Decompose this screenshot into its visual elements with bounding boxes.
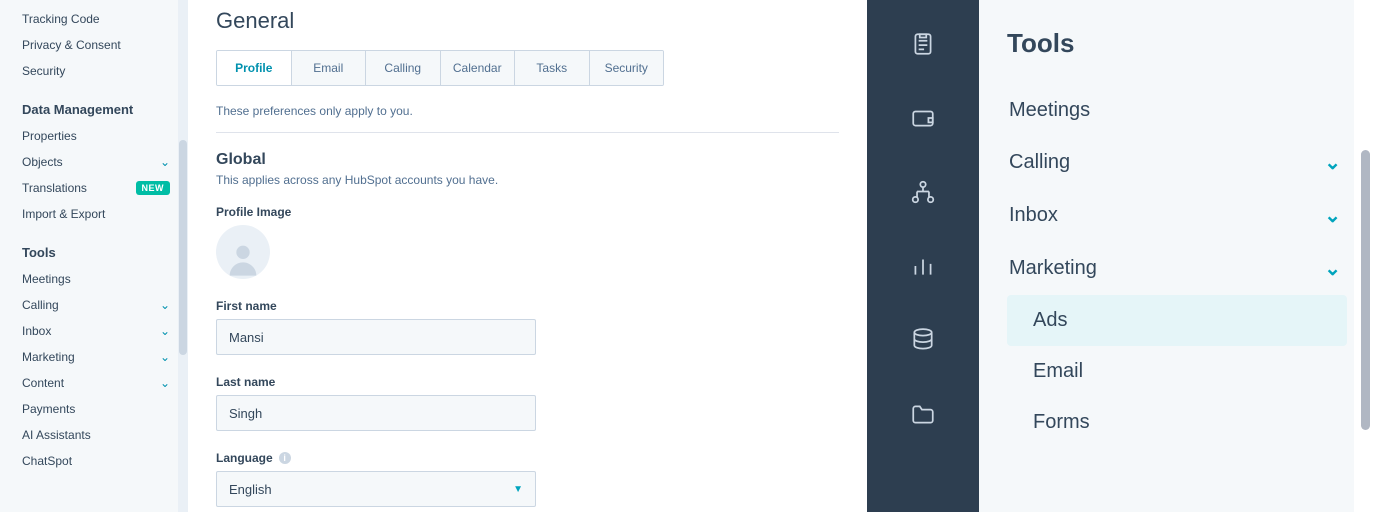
tools-nav-zoom: Tools Meetings Calling ⌄ Inbox ⌄ Marketi… <box>867 0 1374 512</box>
sidebar-item-privacy-consent[interactable]: Privacy & Consent <box>0 32 188 58</box>
settings-app: Tracking Code Privacy & Consent Security… <box>0 0 867 512</box>
tools-panel: Tools Meetings Calling ⌄ Inbox ⌄ Marketi… <box>979 0 1374 512</box>
sidebar-item-import-export[interactable]: Import & Export <box>0 201 188 227</box>
sidebar-item-label: Calling <box>22 298 59 312</box>
info-icon: i <box>279 452 291 464</box>
sidebar-item-marketing[interactable]: Marketing ⌄ <box>0 344 188 370</box>
tool-item-label: Marketing <box>1009 257 1097 280</box>
sidebar-item-meetings[interactable]: Meetings <box>0 266 188 292</box>
first-name-label: First name <box>216 299 839 313</box>
language-label-text: Language <box>216 451 273 465</box>
clipboard-icon[interactable] <box>909 30 937 58</box>
sidebar-item-label: Tracking Code <box>22 12 100 26</box>
section-subtitle-global: This applies across any HubSpot accounts… <box>216 173 839 187</box>
chevron-down-icon: ⌄ <box>160 376 170 390</box>
bar-chart-icon[interactable] <box>909 252 937 280</box>
sidebar-item-payments[interactable]: Payments <box>0 396 188 422</box>
sidebar-item-label: AI Assistants <box>22 428 91 442</box>
sidebar-item-label: Payments <box>22 402 75 416</box>
chevron-down-icon: ⌄ <box>160 350 170 364</box>
sidebar-item-label: Privacy & Consent <box>22 38 121 52</box>
profile-image-label: Profile Image <box>216 205 839 219</box>
sidebar-item-label: Objects <box>22 155 63 169</box>
database-icon[interactable] <box>909 326 937 354</box>
sidebar-item-calling[interactable]: Calling ⌄ <box>0 292 188 318</box>
sidebar-item-label: Translations <box>22 181 87 195</box>
language-select[interactable]: English ▼ <box>216 471 536 507</box>
chevron-down-icon: ⌄ <box>1324 150 1341 175</box>
settings-main: General Profile Email Calling Calendar T… <box>188 0 867 512</box>
tool-subitem-forms[interactable]: Forms <box>1007 397 1347 448</box>
sidebar-heading-data-management: Data Management <box>0 84 188 123</box>
tab-security[interactable]: Security <box>590 51 664 85</box>
tool-item-label: Calling <box>1009 151 1070 174</box>
chevron-down-icon: ⌄ <box>160 155 170 169</box>
tool-subitem-email[interactable]: Email <box>1007 346 1347 397</box>
chevron-down-icon: ⌄ <box>1324 203 1341 228</box>
sidebar-item-ai-assistants[interactable]: AI Assistants <box>0 422 188 448</box>
sidebar-item-label: ChatSpot <box>22 454 72 468</box>
caret-down-icon: ▼ <box>513 484 523 495</box>
sidebar-item-translations[interactable]: Translations NEW <box>0 175 188 201</box>
page-title: General <box>216 8 839 34</box>
sidebar-heading-tools: Tools <box>0 227 188 266</box>
chevron-down-icon: ⌄ <box>1324 256 1341 281</box>
sidebar-item-properties[interactable]: Properties <box>0 123 188 149</box>
chevron-down-icon: ⌄ <box>160 298 170 312</box>
right-scrollbar-track <box>1354 0 1374 512</box>
sidebar-item-tracking-code[interactable]: Tracking Code <box>0 6 188 32</box>
sidebar-item-security[interactable]: Security <box>0 58 188 84</box>
sidebar-scrollbar-thumb[interactable] <box>179 140 187 355</box>
sitemap-icon[interactable] <box>909 178 937 206</box>
language-label: Language i <box>216 451 839 465</box>
sidebar-item-label: Security <box>22 64 65 78</box>
tab-tasks[interactable]: Tasks <box>515 51 590 85</box>
tool-item-inbox[interactable]: Inbox ⌄ <box>1007 189 1347 242</box>
first-name-input[interactable] <box>216 319 536 355</box>
tab-calling[interactable]: Calling <box>366 51 441 85</box>
sidebar-item-content[interactable]: Content ⌄ <box>0 370 188 396</box>
sidebar-item-label: Inbox <box>22 324 51 338</box>
wallet-icon[interactable] <box>909 104 937 132</box>
tab-email[interactable]: Email <box>292 51 367 85</box>
tools-title: Tools <box>1007 28 1347 59</box>
tool-item-marketing[interactable]: Marketing ⌄ <box>1007 242 1347 295</box>
tool-item-label: Inbox <box>1009 204 1058 227</box>
folder-icon[interactable] <box>909 400 937 428</box>
sidebar-item-objects[interactable]: Objects ⌄ <box>0 149 188 175</box>
sidebar-item-inbox[interactable]: Inbox ⌄ <box>0 318 188 344</box>
right-scrollbar-thumb[interactable] <box>1361 150 1370 430</box>
prefs-note: These preferences only apply to you. <box>216 86 839 133</box>
tool-item-label: Meetings <box>1009 99 1090 122</box>
new-badge: NEW <box>136 181 171 195</box>
sidebar-item-label: Marketing <box>22 350 75 364</box>
sidebar-item-label: Meetings <box>22 272 71 286</box>
tab-calendar[interactable]: Calendar <box>441 51 516 85</box>
sidebar-item-chatspot[interactable]: ChatSpot <box>0 448 188 474</box>
person-icon <box>223 239 263 279</box>
last-name-input[interactable] <box>216 395 536 431</box>
tool-item-calling[interactable]: Calling ⌄ <box>1007 136 1347 189</box>
sidebar-item-label: Properties <box>22 129 77 143</box>
tool-item-meetings[interactable]: Meetings <box>1007 85 1347 136</box>
chevron-down-icon: ⌄ <box>160 324 170 338</box>
sidebar-item-label: Import & Export <box>22 207 105 221</box>
icon-rail <box>867 0 979 512</box>
section-title-global: Global <box>216 151 839 169</box>
settings-sidebar: Tracking Code Privacy & Consent Security… <box>0 0 188 512</box>
language-value: English <box>229 482 272 497</box>
sidebar-scrollbar-track <box>178 0 188 512</box>
profile-image-avatar[interactable] <box>216 225 270 279</box>
sidebar-item-label: Content <box>22 376 64 390</box>
settings-tabs: Profile Email Calling Calendar Tasks Sec… <box>216 50 664 86</box>
last-name-label: Last name <box>216 375 839 389</box>
tab-profile[interactable]: Profile <box>217 51 292 85</box>
tool-subitem-ads[interactable]: Ads <box>1007 295 1347 346</box>
